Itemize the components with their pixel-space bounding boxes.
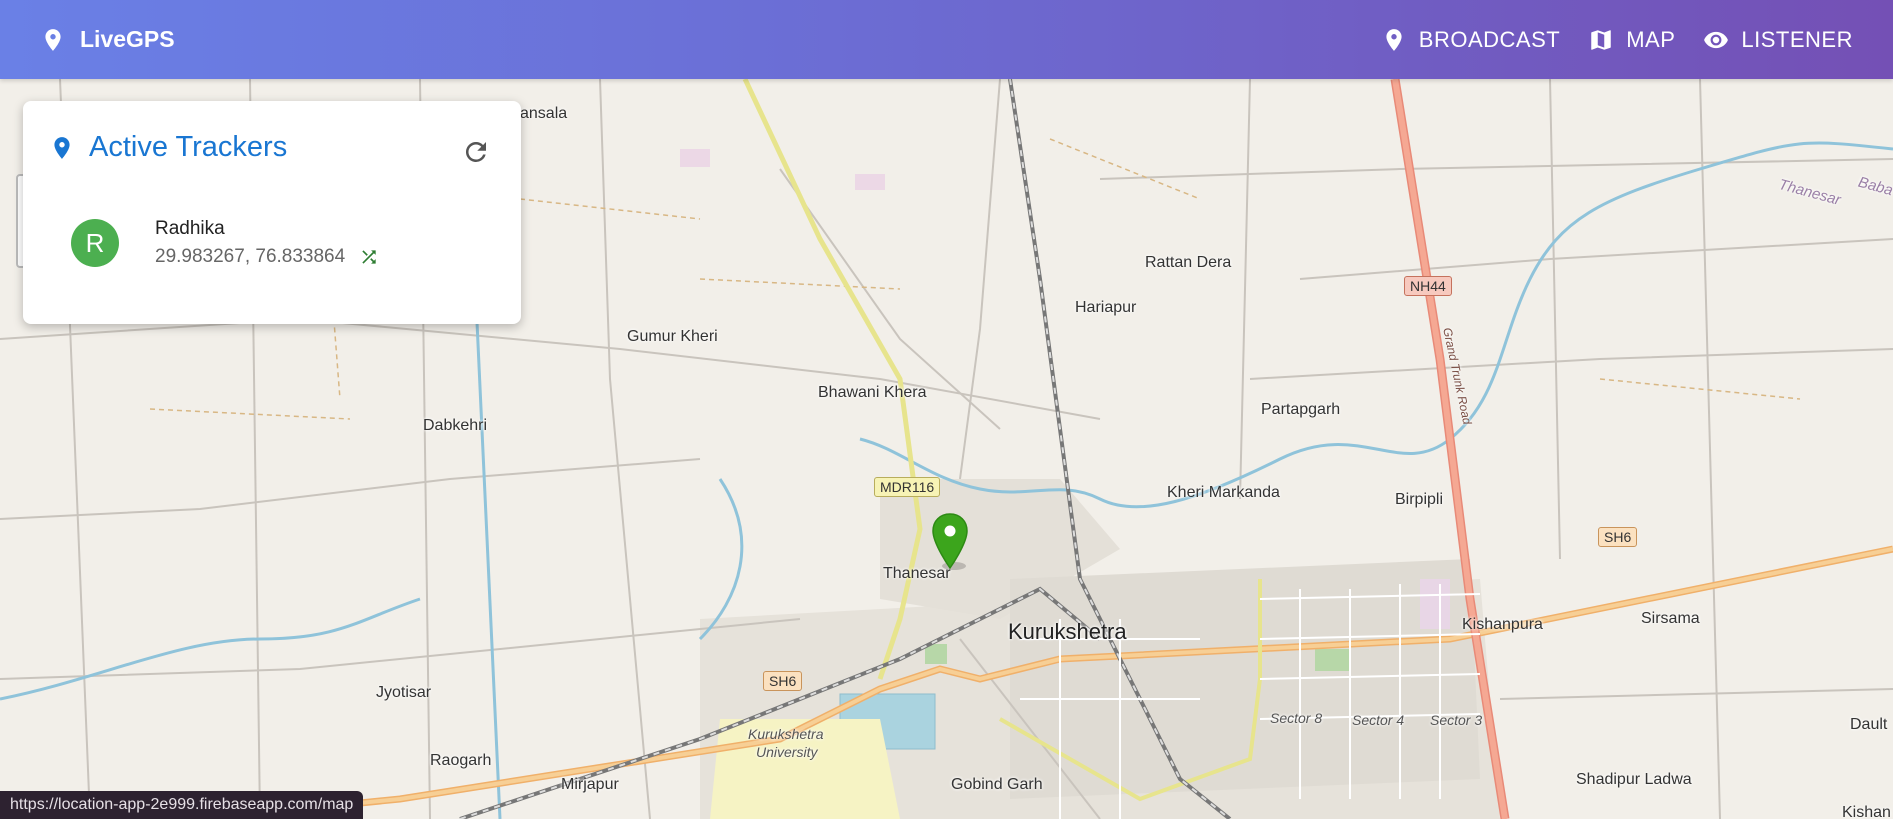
place-label: University bbox=[756, 744, 818, 760]
road-shield-sh6: SH6 bbox=[1598, 527, 1638, 547]
nav-map[interactable]: MAP bbox=[1588, 27, 1675, 53]
brand-name: LiveGPS bbox=[80, 26, 175, 52]
panel-title: Active Trackers bbox=[89, 131, 288, 163]
tracker-list-item[interactable]: R Radhika 29.983267, 76.833864 bbox=[71, 218, 379, 268]
refresh-icon[interactable] bbox=[461, 137, 491, 167]
map-icon bbox=[1591, 29, 1611, 50]
place-label: Jyotisar bbox=[376, 684, 432, 701]
place-label: Partapgarh bbox=[1261, 401, 1341, 418]
place-label: Hariapur bbox=[1075, 299, 1137, 316]
place-label: Raogarh bbox=[430, 752, 492, 769]
tracker-coords-row: 29.983267, 76.833864 bbox=[155, 246, 379, 268]
shuffle-icon bbox=[362, 250, 376, 264]
place-label: Kishan bbox=[1842, 804, 1891, 819]
place-label: Gobind Garh bbox=[951, 776, 1043, 793]
place-label: Birpipli bbox=[1395, 491, 1444, 508]
active-trackers-panel: Active Trackers R Radhika 29.983267, 76.… bbox=[23, 101, 521, 324]
panel-header: Active Trackers bbox=[49, 131, 287, 164]
tracker-info: Radhika 29.983267, 76.833864 bbox=[155, 218, 379, 268]
status-bar-url: https://location-app-2e999.firebaseapp.c… bbox=[0, 791, 364, 819]
tracker-coords: 29.983267, 76.833864 bbox=[155, 246, 346, 267]
place-label: Sector 8 bbox=[1270, 710, 1323, 726]
place-label: Mirjapur bbox=[561, 776, 619, 793]
place-label: Dault bbox=[1850, 716, 1888, 733]
place-label: Kurukshetra bbox=[748, 726, 824, 742]
place-label: Gumur Kheri bbox=[627, 328, 718, 345]
place-label: Sirsama bbox=[1641, 610, 1700, 627]
place-label: Kheri Markanda bbox=[1167, 484, 1280, 501]
tracker-name: Radhika bbox=[155, 218, 225, 239]
road-shield-sh6: SH6 bbox=[763, 671, 803, 691]
place-label: Bhawani Khera bbox=[818, 384, 927, 401]
nav-broadcast[interactable]: BROADCAST bbox=[1381, 27, 1560, 53]
eye-icon bbox=[1704, 31, 1729, 48]
nav-broadcast-label: BROADCAST bbox=[1418, 26, 1561, 52]
place-label: Sector 4 bbox=[1352, 712, 1405, 728]
brand[interactable]: LiveGPS bbox=[40, 25, 175, 55]
road-shield-nh44: NH44 bbox=[1404, 276, 1452, 296]
nav-listener[interactable]: LISTENER bbox=[1703, 27, 1853, 53]
nav-map-label: MAP bbox=[1626, 26, 1676, 52]
place-label: Kishanpura bbox=[1462, 616, 1543, 633]
location-pin-icon bbox=[54, 136, 70, 159]
place-label: Shadipur Ladwa bbox=[1576, 771, 1692, 788]
place-label: Dabkehri bbox=[423, 417, 488, 434]
location-pin-icon bbox=[45, 28, 61, 51]
avatar: R bbox=[71, 219, 119, 267]
app-bar: LiveGPS BROADCAST MAP LISTENER bbox=[0, 0, 1893, 79]
tracker-marker-icon[interactable] bbox=[930, 512, 970, 572]
road-shield-mdr116: MDR116 bbox=[874, 477, 941, 497]
place-label: Kurukshetra bbox=[1008, 619, 1127, 644]
place-label: Sector 3 bbox=[1430, 712, 1483, 728]
location-pin-icon bbox=[1386, 28, 1402, 51]
nav-listener-label: LISTENER bbox=[1741, 26, 1853, 52]
place-label: Rattan Dera bbox=[1145, 254, 1232, 271]
top-nav: BROADCAST MAP LISTENER bbox=[1381, 27, 1853, 53]
